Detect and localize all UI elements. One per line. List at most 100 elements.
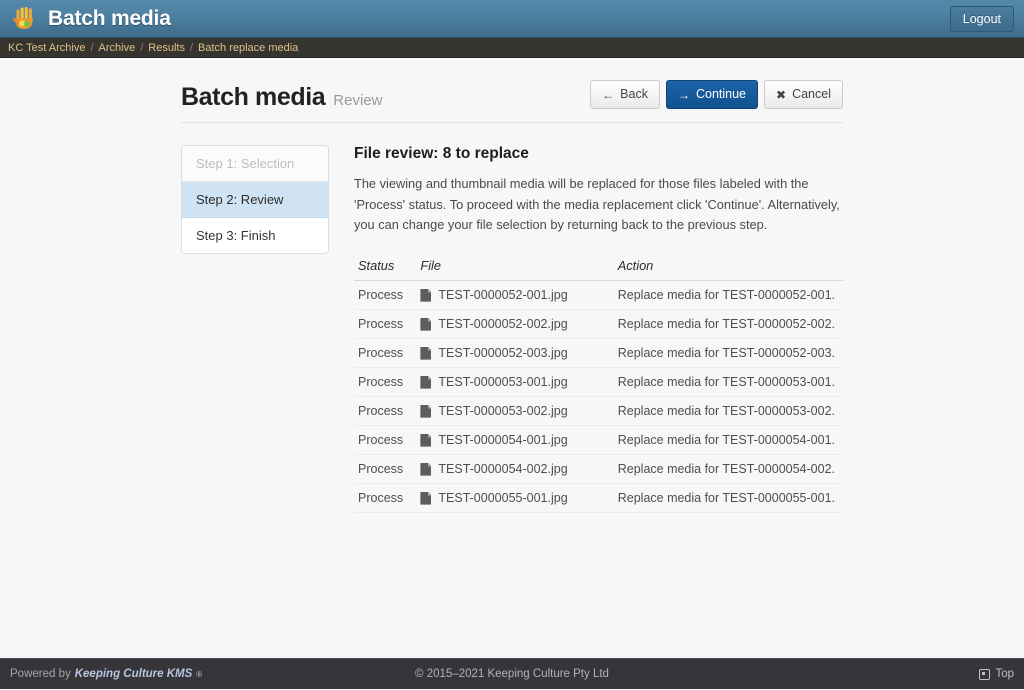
breadcrumb: KC Test Archive / Archive / Results / Ba… — [0, 38, 1024, 58]
cell-status: Process — [354, 367, 417, 398]
content-container: Batch media Review ← Back → Continue ✖ C… — [181, 58, 843, 514]
action-button-group: ← Back → Continue ✖ Cancel — [590, 80, 843, 109]
cell-action: Replace media for TEST-0000054-002. — [613, 454, 843, 485]
hand-logo-icon — [12, 6, 38, 32]
cell-file: TEST-0000052-003.jpg — [416, 338, 614, 369]
file-cell: TEST-0000053-002.jpg — [420, 404, 605, 418]
document-file-icon — [420, 288, 432, 302]
review-description: The viewing and thumbnail media will be … — [354, 176, 840, 233]
document-file-icon — [420, 491, 432, 505]
breadcrumb-item-archive[interactable]: Archive — [99, 42, 136, 54]
file-cell: TEST-0000052-003.jpg — [420, 346, 605, 360]
table-header-row: Status File Action — [354, 252, 843, 282]
document-file-icon — [420, 317, 432, 331]
cancel-button-label: Cancel — [792, 87, 831, 102]
breadcrumb-separator: / — [90, 41, 94, 54]
continue-button-label: Continue — [695, 87, 747, 102]
cell-action: Replace media for TEST-0000054-001. — [613, 425, 843, 456]
document-file-icon — [420, 433, 432, 447]
table-row: Process TEST-0000053-001.jpg Replace media… — [354, 367, 843, 398]
breadcrumb-separator: / — [140, 41, 144, 54]
cell-file: TEST-0000052-001.jpg — [416, 280, 614, 311]
cell-file: TEST-0000052-002.jpg — [416, 309, 614, 340]
cell-status: Process — [354, 338, 417, 369]
page-footer: Powered by Keeping Culture KMS ® © 2015–… — [0, 658, 1024, 689]
document-file-icon — [420, 404, 432, 418]
table-row: Process TEST-0000055-001.jpg Replace media… — [354, 483, 843, 514]
breadcrumb-item-archive-root[interactable]: KC Test Archive — [8, 42, 85, 54]
cell-status: Process — [354, 396, 417, 427]
table-body: Process TEST-0000052-001.jpg Replace media… — [354, 280, 843, 514]
page-title-group: Batch media Review — [181, 83, 382, 112]
document-file-icon — [420, 375, 432, 389]
back-button[interactable]: ← Back — [590, 80, 660, 109]
sidebar-item-step-2-review[interactable]: Step 2: Review — [182, 182, 328, 218]
column-header-status: Status — [354, 252, 417, 282]
file-cell: TEST-0000052-001.jpg — [420, 288, 605, 302]
cell-action: Replace media for TEST-0000052-001. — [613, 280, 843, 311]
cell-action: Replace media for TEST-0000053-002. — [613, 396, 843, 427]
arrow-right-icon: → — [677, 87, 690, 102]
brand[interactable]: Batch media — [12, 6, 171, 32]
file-name-link[interactable]: TEST-0000054-002.jpg — [438, 462, 567, 476]
breadcrumb-item-results[interactable]: Results — [148, 42, 185, 54]
file-name-link[interactable]: TEST-0000055-001.jpg — [438, 491, 567, 505]
cancel-button[interactable]: ✖ Cancel — [764, 80, 843, 109]
continue-button[interactable]: → Continue — [665, 80, 759, 109]
table-row: Process TEST-0000052-002.jpg Replace media… — [354, 309, 843, 340]
close-x-icon: ✖ — [776, 87, 787, 102]
document-file-icon — [420, 462, 432, 476]
scroll-to-top-icon — [979, 668, 991, 680]
file-cell: TEST-0000054-002.jpg — [420, 462, 605, 476]
cell-file: TEST-0000053-002.jpg — [416, 396, 614, 427]
cell-status: Process — [354, 483, 417, 514]
app-title: Batch media — [48, 6, 171, 30]
document-file-icon — [420, 346, 432, 360]
back-button-label: Back — [620, 87, 648, 102]
cell-status: Process — [354, 454, 417, 485]
file-cell: TEST-0000055-001.jpg — [420, 491, 605, 505]
review-heading: File review: 8 to replace — [354, 145, 529, 162]
page-body: Batch media Review ← Back → Continue ✖ C… — [0, 58, 1024, 689]
file-name-link[interactable]: TEST-0000054-001.jpg — [438, 433, 567, 447]
file-review-table: Status File Action Process TEST-0000052-0… — [354, 252, 843, 514]
logout-button[interactable]: Logout — [949, 6, 1014, 32]
main-row: Step 1: Selection Step 2: Review Step 3:… — [181, 123, 843, 514]
file-name-link[interactable]: TEST-0000052-003.jpg — [438, 346, 567, 360]
table-head: Status File Action — [354, 252, 843, 282]
breadcrumb-item-current[interactable]: Batch replace media — [198, 42, 298, 54]
file-cell: TEST-0000053-001.jpg — [420, 375, 605, 389]
cell-action: Replace media for TEST-0000052-002. — [613, 309, 843, 340]
file-name-link[interactable]: TEST-0000053-001.jpg — [438, 375, 567, 389]
review-content: File review: 8 to replace The viewing an… — [354, 145, 843, 514]
cell-file: TEST-0000055-001.jpg — [416, 483, 614, 514]
cell-action: Replace media for TEST-0000052-003. — [613, 338, 843, 369]
footer-copyright: © 2015–2021 Keeping Culture Pty Ltd — [415, 668, 609, 680]
cell-file: TEST-0000053-001.jpg — [416, 367, 614, 398]
arrow-left-icon: ← — [602, 87, 615, 102]
column-header-action: Action — [613, 252, 843, 282]
file-name-link[interactable]: TEST-0000052-001.jpg — [438, 288, 567, 302]
table-row: Process TEST-0000054-002.jpg Replace media… — [354, 454, 843, 485]
table-row: Process TEST-0000052-001.jpg Replace media… — [354, 280, 843, 311]
sidebar-item-step-1-selection: Step 1: Selection — [182, 146, 328, 182]
cell-file: TEST-0000054-001.jpg — [416, 425, 614, 456]
column-header-file: File — [416, 252, 614, 282]
file-cell: TEST-0000054-001.jpg — [420, 433, 605, 447]
cell-status: Process — [354, 425, 417, 456]
cell-action: Replace media for TEST-0000053-001. — [613, 367, 843, 398]
page-title: Batch media — [181, 83, 326, 111]
table-row: Process TEST-0000053-002.jpg Replace media… — [354, 396, 843, 427]
file-name-link[interactable]: TEST-0000053-002.jpg — [438, 404, 567, 418]
cell-status: Process — [354, 309, 417, 340]
file-cell: TEST-0000052-002.jpg — [420, 317, 605, 331]
scroll-to-top-label: Top — [995, 668, 1014, 680]
sidebar-item-step-3-finish[interactable]: Step 3: Finish — [182, 218, 328, 253]
cell-status: Process — [354, 280, 417, 311]
app-header: Batch media Logout — [0, 0, 1024, 38]
wizard-step-list: Step 1: Selection Step 2: Review Step 3:… — [181, 145, 329, 254]
cell-file: TEST-0000054-002.jpg — [416, 454, 614, 485]
file-name-link[interactable]: TEST-0000052-002.jpg — [438, 317, 567, 331]
table-row: Process TEST-0000052-003.jpg Replace media… — [354, 338, 843, 369]
scroll-to-top-button[interactable]: Top — [979, 668, 1014, 680]
